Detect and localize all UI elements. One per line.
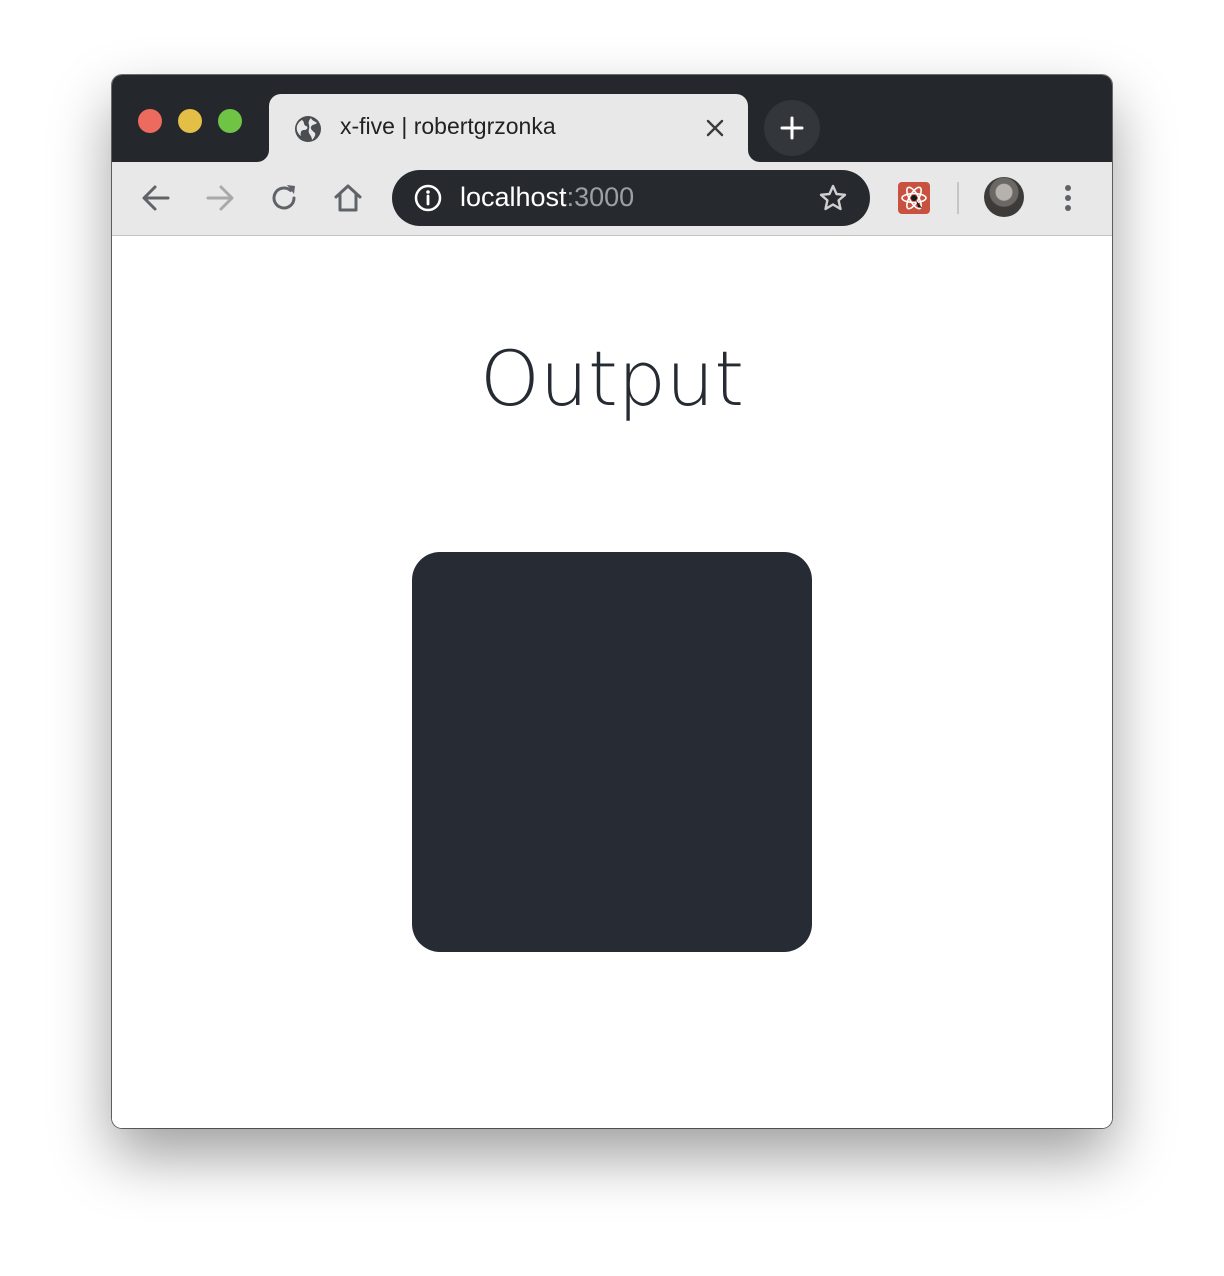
bookmark-star-icon[interactable] (818, 183, 848, 213)
browser-tab[interactable]: x-five | robertgrzonka (269, 94, 748, 162)
toolbar-divider (957, 182, 959, 214)
reload-icon[interactable] (267, 181, 301, 215)
page-title: Output (480, 334, 744, 423)
close-tab-icon[interactable] (703, 116, 727, 140)
tab-strip: x-five | robertgrzonka (112, 75, 1112, 162)
url-host: localhost (460, 182, 567, 212)
browser-window: x-five | robertgrzonka localhost:3000 Ou… (112, 75, 1112, 1128)
globe-icon (293, 114, 323, 144)
react-devtools-icon[interactable] (898, 182, 930, 214)
home-icon[interactable] (331, 181, 365, 215)
browser-toolbar: localhost:3000 (112, 162, 1112, 236)
plus-icon (780, 116, 804, 140)
profile-avatar[interactable] (984, 177, 1024, 217)
url-text: localhost:3000 (460, 182, 634, 213)
forward-arrow-icon[interactable] (203, 181, 237, 215)
info-icon[interactable] (414, 184, 442, 212)
page-content: Output (112, 236, 1112, 1128)
new-tab-button[interactable] (764, 100, 820, 156)
address-bar[interactable]: localhost:3000 (392, 170, 870, 226)
more-menu-icon[interactable] (1056, 182, 1080, 214)
url-port: :3000 (566, 182, 635, 212)
tab-title: x-five | robertgrzonka (340, 113, 556, 139)
back-arrow-icon[interactable] (139, 181, 173, 215)
close-window-button[interactable] (138, 109, 162, 133)
zoom-window-button[interactable] (218, 109, 242, 133)
output-box (412, 552, 812, 952)
minimize-window-button[interactable] (178, 109, 202, 133)
